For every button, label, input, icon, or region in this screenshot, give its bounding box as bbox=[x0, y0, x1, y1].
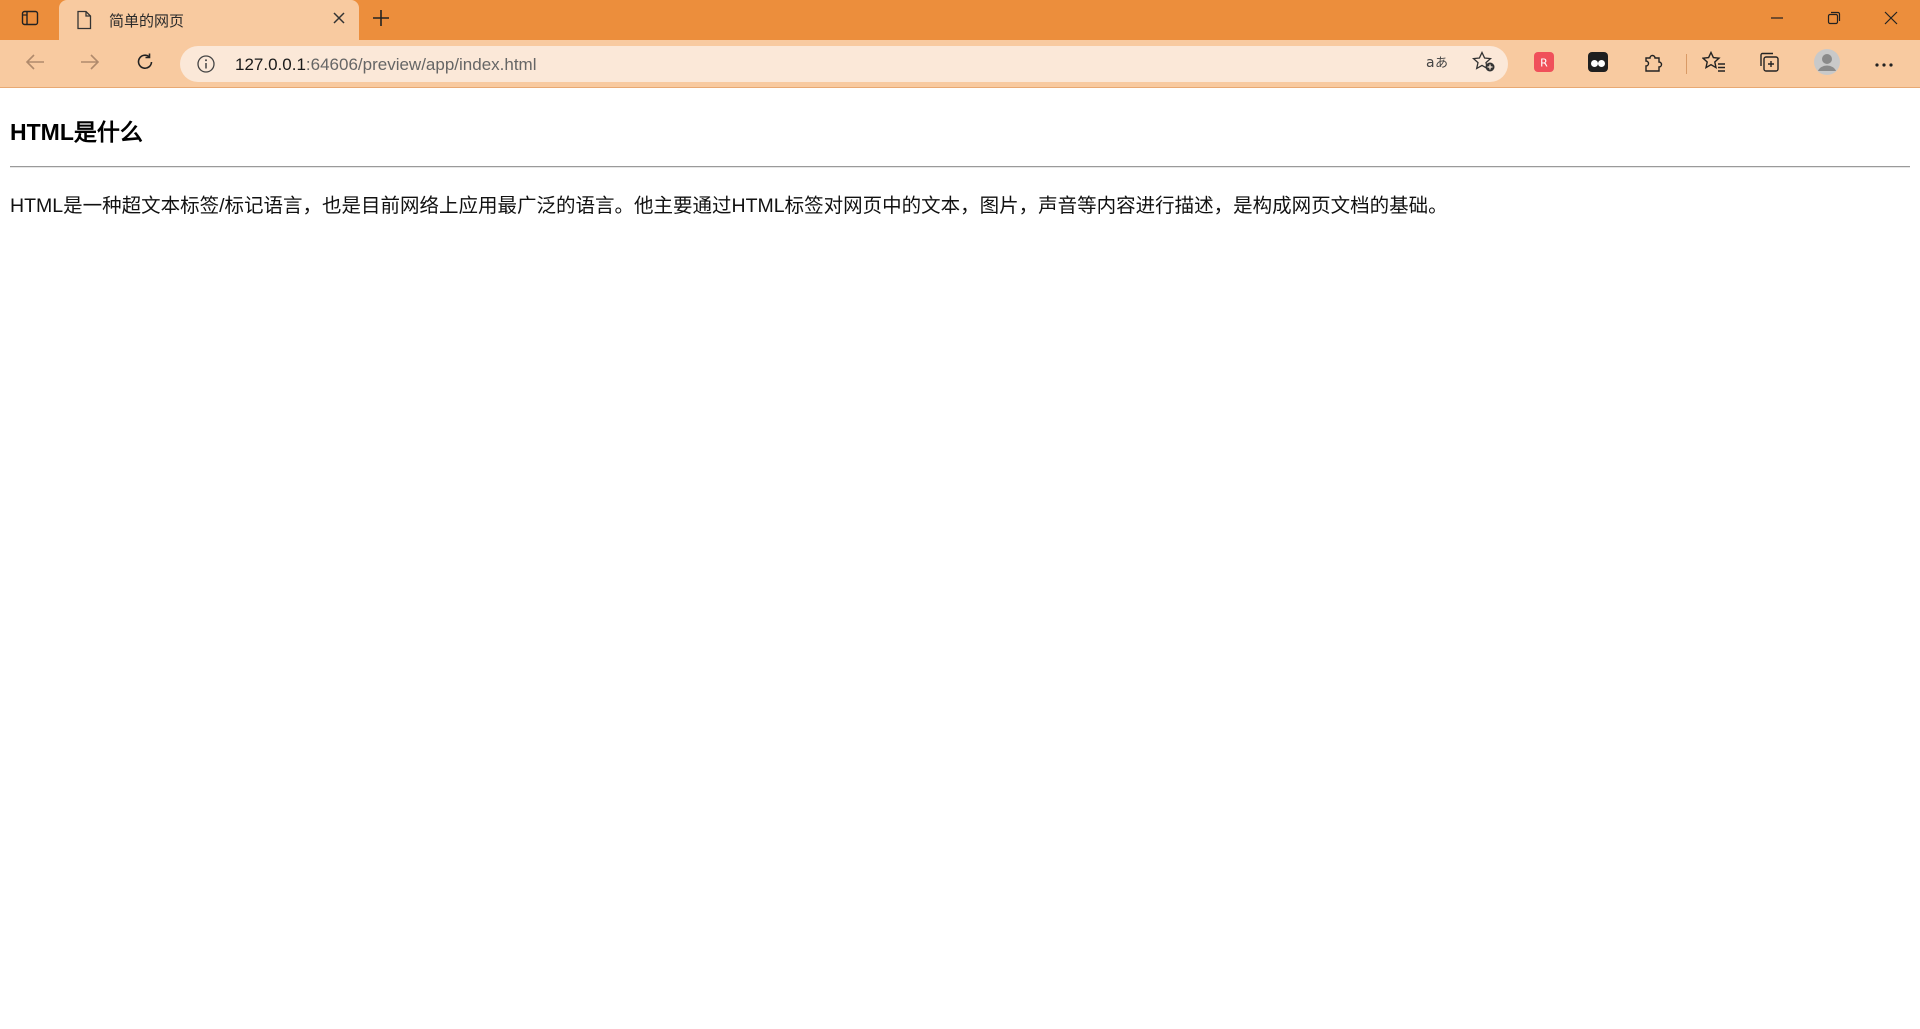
tab-actions-button[interactable] bbox=[10, 6, 50, 34]
refresh-button[interactable] bbox=[127, 47, 163, 81]
red-extension-icon: R bbox=[1533, 51, 1555, 78]
add-favorite-button[interactable] bbox=[1468, 50, 1500, 78]
forward-arrow-icon bbox=[80, 53, 100, 76]
back-arrow-icon bbox=[25, 53, 45, 76]
navigation-toolbar: 127.0.0.1:64606/preview/app/index.html a… bbox=[0, 40, 1920, 88]
translate-icon: aあ bbox=[1426, 53, 1450, 76]
close-icon bbox=[333, 11, 345, 29]
url-host: 127.0.0.1 bbox=[235, 55, 306, 74]
tab-title: 简单的网页 bbox=[109, 12, 185, 30]
page-heading: HTML是什么 bbox=[10, 119, 143, 145]
svg-text:a: a bbox=[1426, 55, 1435, 71]
page-content: HTML是什么 HTML是一种超文本标签/标记语言，也是目前网络上应用最广泛的语… bbox=[0, 89, 1920, 1029]
tab-actions-icon bbox=[21, 9, 39, 32]
info-icon[interactable] bbox=[194, 52, 218, 76]
collections-button[interactable] bbox=[1751, 48, 1787, 80]
collections-icon bbox=[1758, 51, 1780, 78]
profile-avatar-icon bbox=[1813, 48, 1841, 81]
profile-button[interactable] bbox=[1809, 48, 1845, 80]
address-bar[interactable]: 127.0.0.1:64606/preview/app/index.html a… bbox=[180, 46, 1508, 82]
url-text[interactable]: 127.0.0.1:64606/preview/app/index.html bbox=[235, 55, 537, 75]
page-paragraph: HTML是一种超文本标签/标记语言，也是目前网络上应用最广泛的语言。他主要通过H… bbox=[10, 195, 1448, 217]
page-icon bbox=[73, 9, 95, 31]
more-menu-icon bbox=[1874, 55, 1894, 73]
close-icon bbox=[1884, 11, 1898, 30]
tab-close-button[interactable] bbox=[325, 6, 353, 34]
add-favorite-icon bbox=[1471, 50, 1496, 78]
title-bar: 简单的网页 bbox=[0, 0, 1920, 40]
translate-button[interactable]: aあ bbox=[1422, 50, 1454, 78]
svg-text:あ: あ bbox=[1435, 56, 1448, 71]
new-tab-button[interactable] bbox=[366, 5, 396, 35]
plus-icon bbox=[372, 9, 390, 32]
back-button[interactable] bbox=[17, 47, 53, 81]
settings-more-button[interactable] bbox=[1866, 48, 1902, 80]
refresh-icon bbox=[135, 52, 155, 77]
svg-text:R: R bbox=[1540, 56, 1548, 69]
close-window-button[interactable] bbox=[1862, 0, 1920, 40]
extensions-button[interactable] bbox=[1635, 48, 1671, 80]
restore-icon bbox=[1827, 11, 1841, 30]
dark-extension-icon bbox=[1587, 51, 1609, 78]
browser-tab-active[interactable]: 简单的网页 bbox=[59, 0, 359, 40]
minimize-button[interactable] bbox=[1748, 0, 1806, 40]
extension-red-button[interactable]: R bbox=[1526, 48, 1562, 80]
horizontal-rule bbox=[10, 166, 1910, 168]
toolbar-divider bbox=[1686, 54, 1687, 74]
favorites-icon bbox=[1701, 50, 1726, 78]
restore-button[interactable] bbox=[1805, 0, 1863, 40]
forward-button[interactable] bbox=[72, 47, 108, 81]
puzzle-icon bbox=[1642, 51, 1664, 78]
minimize-icon bbox=[1770, 11, 1784, 30]
url-path: :64606/preview/app/index.html bbox=[305, 55, 537, 74]
extension-dark-button[interactable] bbox=[1580, 48, 1616, 80]
favorites-button[interactable] bbox=[1696, 48, 1732, 80]
